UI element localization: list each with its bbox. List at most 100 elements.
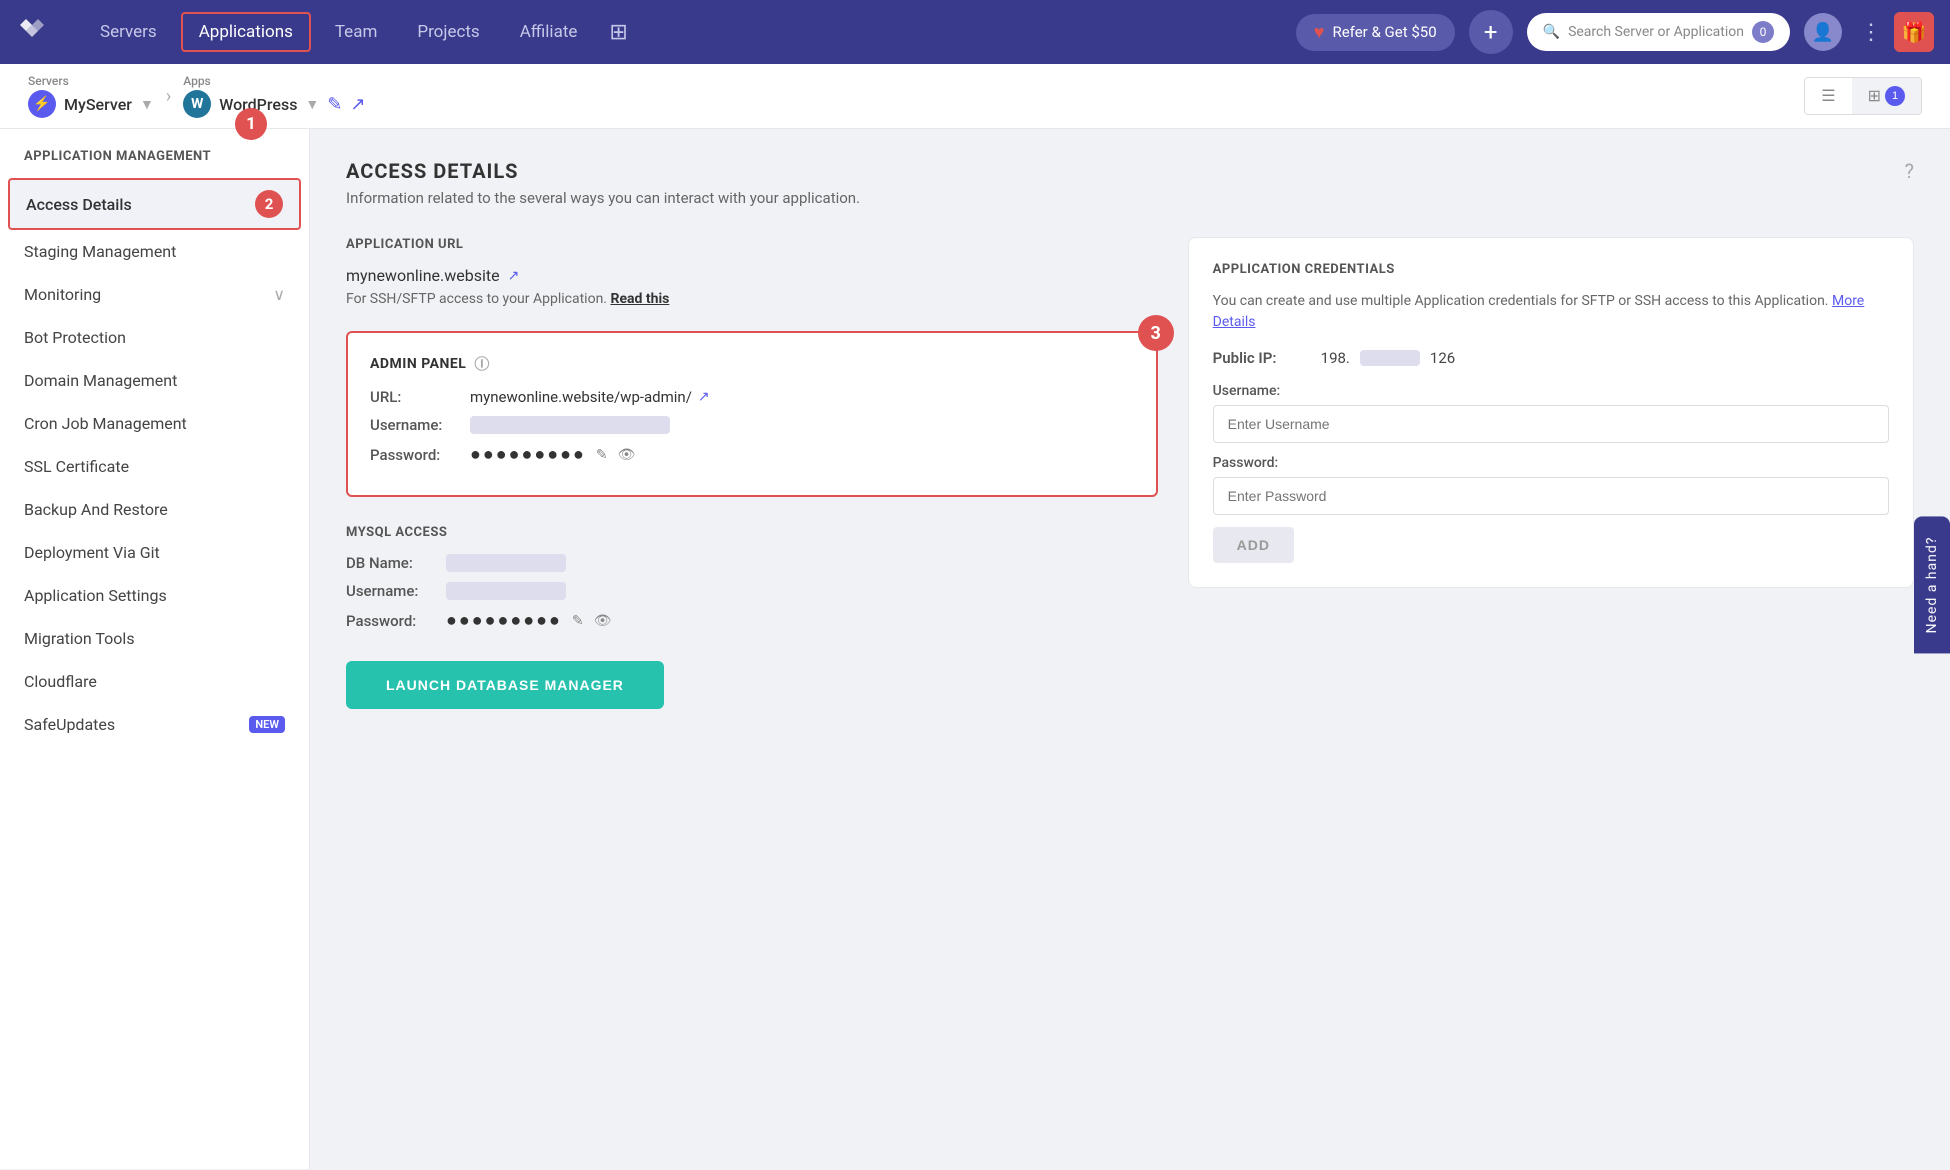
sidebar-item-cron[interactable]: Cron Job Management (0, 402, 309, 445)
monitoring-label: Monitoring (24, 285, 101, 304)
access-details-label: Access Details (26, 195, 132, 214)
nav-projects[interactable]: Projects (401, 14, 495, 50)
db-name-blurred (446, 554, 566, 572)
ip-blurred (1360, 350, 1420, 366)
page-title: ACCESS DETAILS (346, 159, 1914, 183)
edit-app-icon[interactable]: ✎ (327, 94, 342, 115)
sidebar-item-ssl[interactable]: SSL Certificate (0, 445, 309, 488)
logo[interactable] (16, 12, 64, 52)
domain-label: Domain Management (24, 371, 177, 390)
sidebar-item-safeupdates[interactable]: SafeUpdates NEW (0, 703, 309, 746)
sidebar-item-migration[interactable]: Migration Tools (0, 617, 309, 660)
server-icon: ⚡ (28, 90, 56, 118)
servers-label: Servers (28, 74, 154, 88)
migration-label: Migration Tools (24, 629, 135, 648)
list-view-button[interactable]: ☰ (1805, 78, 1851, 114)
breadcrumb-separator: › (166, 86, 171, 107)
step-2-badge: 2 (255, 190, 283, 218)
main-layout: Application Management Access Details 2 … (0, 129, 1950, 1169)
ip-label: Public IP: (1213, 349, 1313, 367)
search-bar[interactable]: 🔍 Search Server or Application 0 (1527, 13, 1790, 51)
read-this-link[interactable]: Read this (610, 291, 669, 307)
ip-end: 126 (1430, 349, 1455, 367)
mysql-password-edit-icon[interactable]: ✎ (572, 613, 584, 629)
app-url-title: APPLICATION URL (346, 237, 1158, 252)
refer-button[interactable]: ♥ Refer & Get $50 (1296, 14, 1455, 51)
public-ip-row: Public IP: 198. 126 (1213, 349, 1889, 367)
add-credentials-button[interactable]: ADD (1213, 527, 1294, 563)
username-blurred (470, 416, 670, 434)
admin-url-row: URL: mynewonline.website/wp-admin/ ↗ (370, 388, 1134, 406)
sidebar-item-cloudflare[interactable]: Cloudflare (0, 660, 309, 703)
url-label: URL: (370, 388, 460, 406)
sidebar-item-access-details[interactable]: Access Details 2 (8, 178, 301, 230)
app-actions: ✎ ↗ (327, 94, 365, 115)
password-label: Password: (370, 446, 460, 464)
mysql-password-row: Password: ●●●●●●●●● ✎ 👁 (346, 610, 1158, 631)
gift-icon[interactable]: 🎁 (1894, 12, 1934, 52)
mysql-password-eye-icon[interactable]: 👁 (594, 613, 612, 629)
add-button[interactable]: + (1469, 10, 1513, 54)
sidebar-item-staging[interactable]: Staging Management (0, 230, 309, 273)
app-chevron-icon[interactable]: ▼ (305, 96, 319, 113)
mysql-db-row: DB Name: (346, 554, 1158, 572)
mysql-username-blurred (446, 582, 566, 600)
sidebar-item-deployment[interactable]: Deployment Via Git (0, 531, 309, 574)
url-external-icon[interactable]: ↗ (508, 268, 520, 284)
password-dots: ●●●●●●●●● (470, 444, 586, 465)
refer-label: Refer & Get $50 (1332, 23, 1436, 41)
admin-password-row: Password: ●●●●●●●●● ✎ 👁 (370, 444, 1134, 465)
app-url-row: mynewonline.website ↗ (346, 266, 1158, 285)
server-selector[interactable]: ⚡ MyServer ▼ (28, 90, 154, 118)
staging-label: Staging Management (24, 242, 176, 261)
step-1-badge: 1 (235, 108, 267, 140)
admin-url-external-icon[interactable]: ↗ (698, 389, 710, 405)
more-options-icon[interactable]: ⋮ (1860, 20, 1882, 45)
new-badge: NEW (249, 716, 285, 733)
ip-start: 198. (1321, 349, 1350, 367)
sidebar-item-monitoring[interactable]: Monitoring ∨ (0, 273, 309, 316)
deployment-label: Deployment Via Git (24, 543, 160, 562)
app-selector[interactable]: W WordPress ▼ ✎ ↗ (183, 90, 365, 118)
sidebar-item-backup[interactable]: Backup And Restore (0, 488, 309, 531)
username-input[interactable] (1213, 405, 1889, 443)
app-url-link[interactable]: mynewonline.website (346, 266, 500, 285)
app-url-section: APPLICATION URL mynewonline.website ↗ Fo… (346, 237, 1158, 307)
username-label: Username: (370, 416, 460, 434)
password-input[interactable] (1213, 477, 1889, 515)
nav-team[interactable]: Team (319, 14, 394, 50)
server-chevron-icon[interactable]: ▼ (140, 96, 154, 113)
nav-servers[interactable]: Servers (84, 14, 173, 50)
ssl-label: SSL Certificate (24, 457, 129, 476)
wordpress-icon: W (183, 90, 211, 118)
mysql-username-label: Username: (346, 582, 436, 600)
grid-view-button[interactable]: ⊞ 1 (1852, 78, 1921, 114)
admin-info-icon[interactable]: ⓘ (474, 353, 490, 374)
search-placeholder: Search Server or Application (1568, 24, 1744, 40)
nav-applications[interactable]: Applications (181, 12, 311, 52)
help-side-tab[interactable]: Need a hand? (1914, 517, 1950, 654)
user-avatar[interactable]: 👤 (1804, 13, 1842, 51)
page-description: Information related to the several ways … (346, 189, 1914, 207)
launch-db-manager-button[interactable]: LAUNCH DATABASE MANAGER (346, 661, 664, 709)
admin-panel-card: 3 ADMIN PANEL ⓘ URL: mynewonline.website… (346, 331, 1158, 497)
search-badge: 0 (1752, 21, 1774, 43)
password-edit-icon[interactable]: ✎ (596, 447, 608, 463)
mysql-password-dots: ●●●●●●●●● (446, 610, 562, 631)
search-icon: 🔍 (1543, 24, 1560, 40)
backup-label: Backup And Restore (24, 500, 168, 519)
sidebar-item-domain[interactable]: Domain Management (0, 359, 309, 402)
cred-password-label: Password: (1213, 455, 1889, 471)
external-link-icon[interactable]: ↗ (350, 94, 365, 115)
credentials-title: APPLICATION CREDENTIALS (1213, 262, 1889, 277)
password-eye-icon[interactable]: 👁 (618, 447, 636, 463)
main-content: ? ACCESS DETAILS Information related to … (310, 129, 1950, 1169)
help-icon[interactable]: ? (1905, 159, 1914, 183)
grid-icon[interactable]: ⊞ (609, 20, 627, 45)
server-name: MyServer (64, 95, 132, 114)
sidebar-item-bot-protection[interactable]: Bot Protection (0, 316, 309, 359)
sidebar-item-app-settings[interactable]: Application Settings (0, 574, 309, 617)
nav-affiliate[interactable]: Affiliate (504, 14, 594, 50)
mysql-username-row: Username: (346, 582, 1158, 600)
admin-username-row: Username: (370, 416, 1134, 434)
